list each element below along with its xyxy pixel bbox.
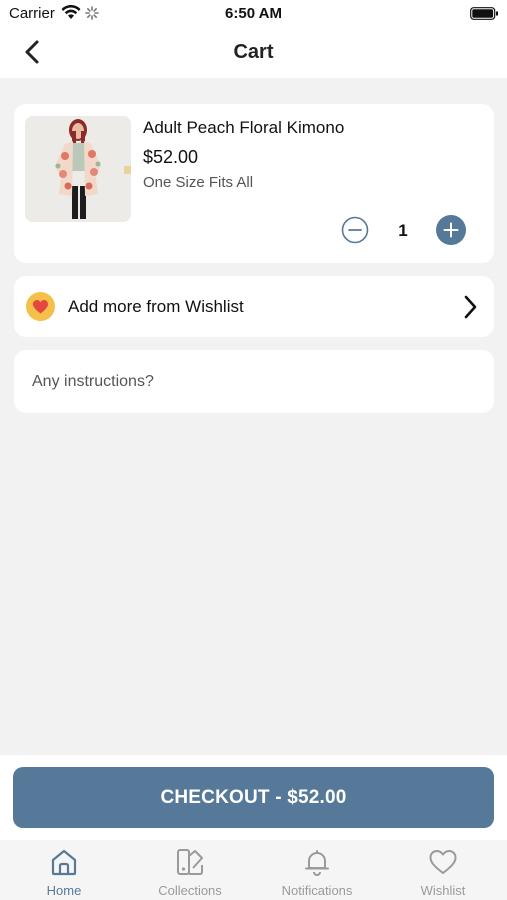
cart-item-card: Adult Peach Floral Kimono $52.00 One Siz… [14, 104, 494, 263]
tab-collections-label: Collections [158, 883, 222, 898]
instructions-card [14, 350, 494, 413]
battery-icon [470, 7, 499, 25]
tab-home-label: Home [46, 883, 82, 898]
heart-outline-icon [429, 850, 457, 874]
checkout-area: CHECKOUT - $52.00 [0, 755, 507, 840]
instructions-input[interactable] [14, 350, 494, 413]
add-from-wishlist-row[interactable]: Add more from Wishlist [14, 276, 494, 337]
tab-home[interactable]: Home [1, 840, 127, 900]
home-icon [51, 849, 77, 876]
product-price: $52.00 [143, 147, 199, 167]
tab-wishlist-label: Wishlist [420, 883, 466, 898]
status-bar: Carrier 6:50 AM [0, 0, 507, 28]
chevron-right-icon [458, 293, 482, 321]
product-photo [25, 116, 131, 222]
collections-icon [177, 849, 203, 875]
minus-circle-icon [341, 216, 369, 244]
nav-bar: Cart [0, 28, 507, 78]
quantity-value: 1 [398, 221, 408, 240]
tab-collections[interactable]: Collections [127, 840, 253, 900]
decrease-quantity-button[interactable] [341, 216, 369, 244]
product-variant: One Size Fits All [143, 174, 254, 191]
plus-circle-icon [436, 215, 466, 245]
wishlist-row-label: Add more from Wishlist [68, 297, 244, 316]
increase-quantity-button[interactable] [436, 215, 466, 245]
tab-bar: Home Collections Notifications Wishlist [0, 840, 507, 900]
tab-notifications-label: Notifications [281, 883, 353, 898]
product-image[interactable] [25, 116, 131, 222]
product-name[interactable]: Adult Peach Floral Kimono [143, 118, 344, 138]
page-title: Cart [233, 41, 274, 63]
status-time: 6:50 AM [225, 5, 282, 22]
heart-icon [26, 292, 55, 321]
tab-wishlist[interactable]: Wishlist [380, 840, 506, 900]
bell-icon [305, 850, 329, 876]
checkout-button[interactable]: CHECKOUT - $52.00 [13, 767, 494, 828]
tab-notifications[interactable]: Notifications [254, 840, 380, 900]
